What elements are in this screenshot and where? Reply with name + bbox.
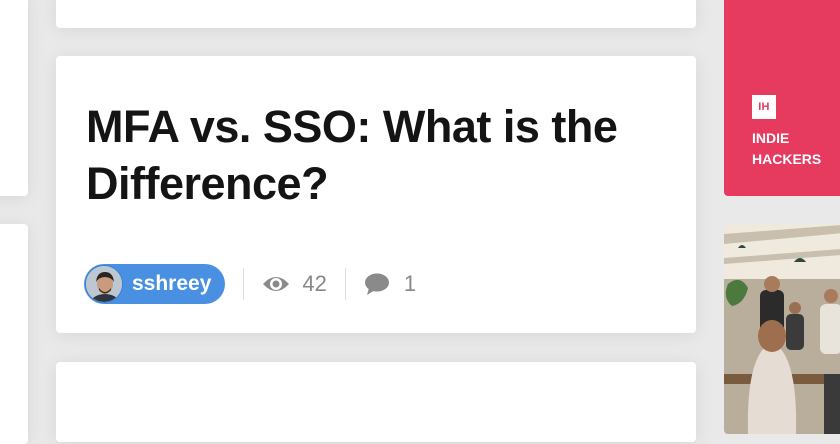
author-avatar: [85, 265, 123, 303]
adjacent-post-card-left-bottom[interactable]: [0, 224, 28, 444]
ad-brand-line2: HACKERS: [752, 151, 822, 167]
views-stat: 42: [262, 271, 327, 297]
next-post-card[interactable]: [56, 362, 696, 442]
author-chip[interactable]: sshreey: [84, 264, 226, 304]
eye-icon: [262, 273, 290, 295]
adjacent-post-card-left-top[interactable]: [0, 0, 28, 196]
comments-stat[interactable]: 1: [364, 271, 416, 297]
post-meta: sshreey 42 1: [84, 264, 416, 304]
meta-divider: [344, 268, 346, 300]
meta-divider: [243, 268, 245, 300]
author-name: sshreey: [132, 272, 212, 295]
ad-brand-name: INDIE HACKERS: [752, 128, 840, 170]
indie-hackers-ad[interactable]: IH INDIE HACKERS: [724, 0, 840, 196]
ad-brand-line1: INDIE: [752, 130, 790, 146]
previous-post-card[interactable]: [56, 0, 696, 28]
comment-bubble-icon: [364, 273, 390, 295]
comments-count: 1: [403, 271, 417, 296]
post-card[interactable]: MFA vs. SSO: What is the Difference? ssh…: [56, 56, 696, 333]
cafe-photo[interactable]: [724, 224, 840, 434]
views-count: 42: [302, 271, 327, 296]
indie-hackers-logo: IH: [752, 95, 776, 119]
post-title[interactable]: MFA vs. SSO: What is the Difference?: [86, 98, 646, 212]
